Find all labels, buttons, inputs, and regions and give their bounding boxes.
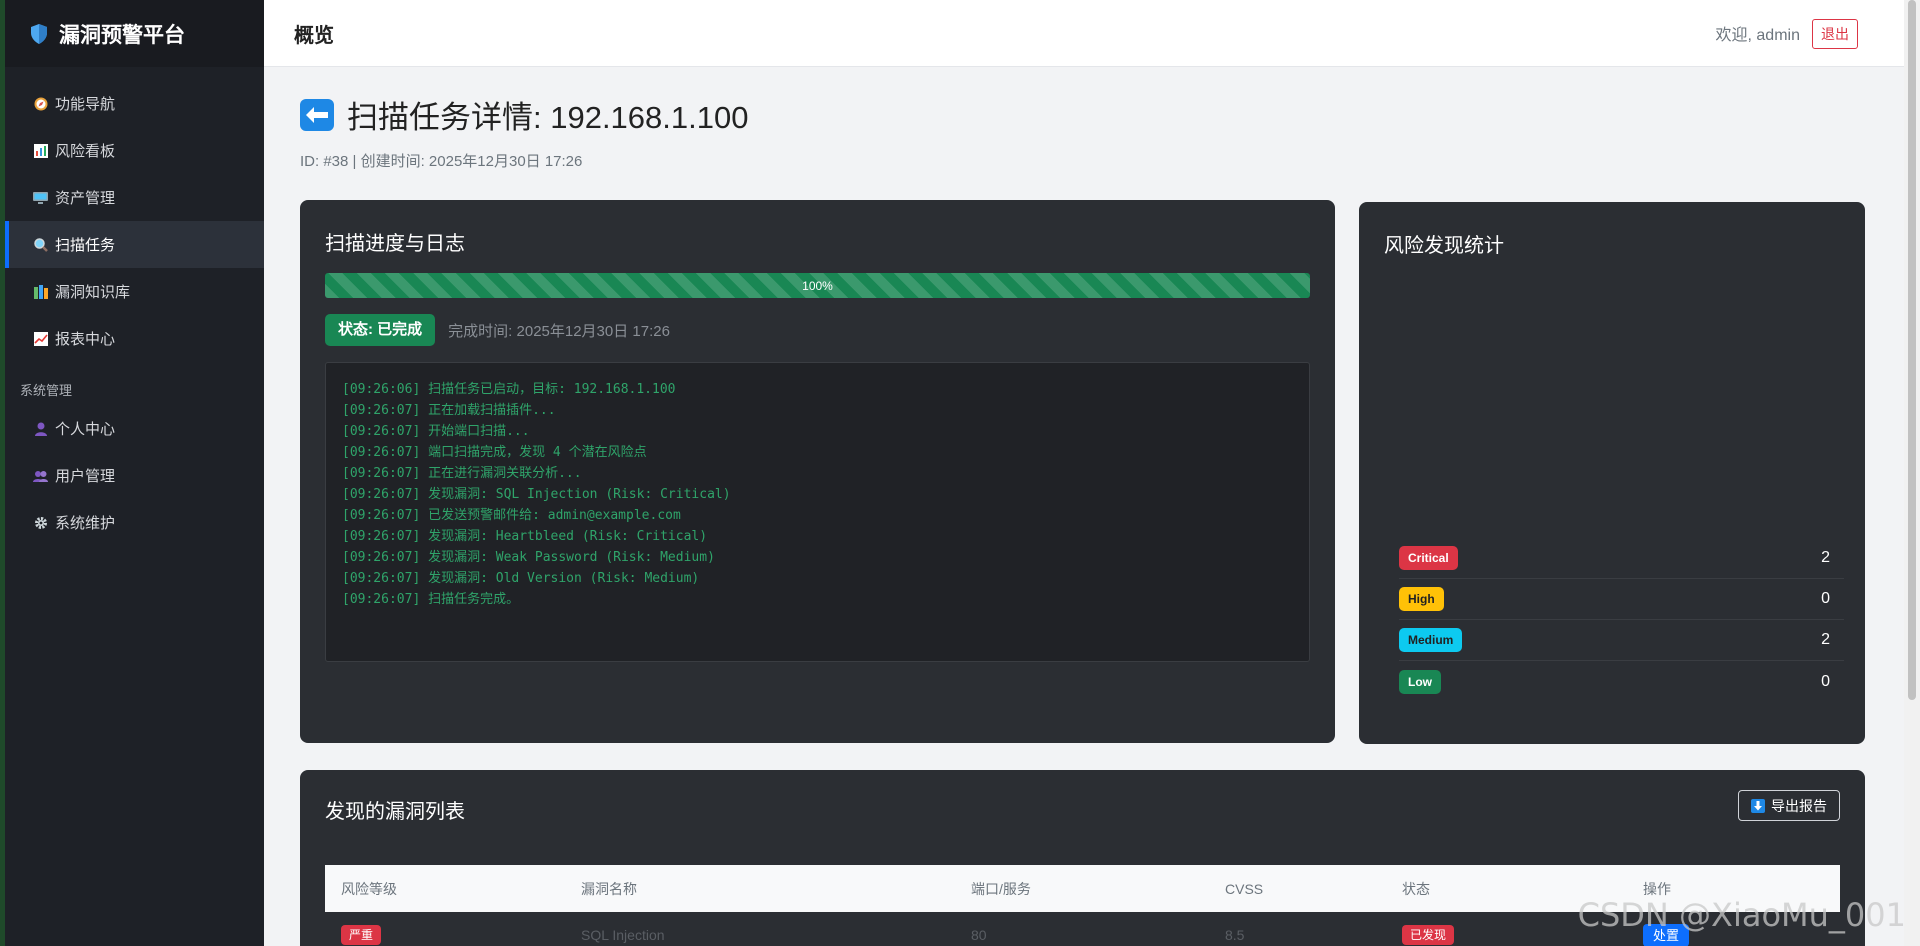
export-report-button[interactable]: 导出报告: [1738, 790, 1840, 821]
card-title: 扫描进度与日志: [325, 233, 465, 255]
sidebar-item-label: 用户管理: [55, 468, 116, 485]
scan-progress-card: 扫描进度与日志 100% 状态: 已完成 完成时间: 2025年12月30日 1…: [300, 200, 1335, 743]
log-line: [09:26:07] 正在进行漏洞关联分析...: [342, 466, 582, 481]
monitor-icon: [33, 190, 48, 205]
line-chart-icon: [33, 331, 48, 346]
sidebar-item-label: 扫描任务: [55, 237, 116, 254]
card-title: 风险发现统计: [1384, 235, 1504, 257]
sidebar-item-scan-tasks[interactable]: 扫描任务: [5, 221, 264, 268]
status-badge: 状态: 已完成: [325, 314, 436, 346]
log-line: [09:26:07] 正在加载扫描插件...: [342, 403, 556, 418]
watermark: CSDN @XiaoMu_001: [1577, 896, 1906, 934]
sidebar-item-label: 漏洞知识库: [55, 284, 131, 301]
stat-row-medium: Medium 2: [1399, 620, 1844, 661]
stat-row-high: High 0: [1399, 579, 1844, 620]
sidebar-item-label: 风险看板: [55, 143, 116, 160]
sidebar-item-reports[interactable]: 报表中心: [5, 315, 264, 362]
topbar: 概览 欢迎, admin 退出: [264, 0, 1904, 67]
stat-row-critical: Critical 2: [1399, 538, 1844, 579]
books-icon: [33, 284, 48, 299]
log-line: [09:26:07] 端口扫描完成，发现 4 个潜在风险点: [342, 445, 647, 460]
scrollbar-thumb[interactable]: [1908, 0, 1916, 700]
compass-icon: [33, 96, 48, 111]
bar-chart-icon: [33, 143, 48, 158]
name-cell: SQL Injection: [581, 926, 665, 943]
level-badge: 严重: [341, 925, 382, 945]
sidebar-item-profile[interactable]: 个人中心: [5, 405, 264, 452]
logout-button[interactable]: 退出: [1812, 19, 1858, 49]
card-title: 发现的漏洞列表: [325, 801, 465, 823]
sidebar-section-label: 系统管理: [20, 383, 73, 398]
gear-icon: [33, 515, 48, 530]
magnifier-icon: [33, 237, 48, 252]
column-header[interactable]: CVSS: [1209, 881, 1386, 897]
stat-count: 2: [1821, 631, 1830, 648]
stat-count: 0: [1821, 672, 1830, 690]
download-icon: [1751, 798, 1765, 813]
brand-name: 漏洞预警平台: [59, 23, 185, 47]
column-header[interactable]: 端口/服务: [955, 879, 1209, 899]
sidebar-item-user-management[interactable]: 用户管理: [5, 452, 264, 499]
level-cell: 严重: [325, 925, 565, 945]
sidebar-item-label: 个人中心: [55, 421, 116, 438]
back-arrow-icon[interactable]: [300, 98, 334, 131]
sidebar-item-label: 系统维护: [55, 515, 116, 532]
stat-count: 0: [1821, 590, 1830, 607]
page-title-row: 扫描任务详情: 192.168.1.100: [300, 92, 748, 137]
port-cell: 80: [971, 926, 987, 943]
log-line: [09:26:07] 发现漏洞: Weak Password (Risk: Me…: [342, 550, 715, 565]
cvss-cell: 8.5: [1225, 926, 1245, 943]
log-line: [09:26:07] 已发送预警邮件给: admin@example.com: [342, 508, 681, 523]
status-row: 状态: 已完成 完成时间: 2025年12月30日 17:26: [325, 314, 670, 346]
sidebar-item-label: 资产管理: [55, 190, 116, 207]
page-scrollbar[interactable]: [1904, 0, 1920, 946]
progress-fill: 100%: [325, 273, 1310, 298]
risk-stats-list: Critical 2 High 0 Medium 2 Low 0: [1399, 538, 1844, 702]
log-line: [09:26:07] 发现漏洞: Old Version (Risk: Medi…: [342, 571, 700, 586]
shield-icon: [31, 23, 47, 44]
log-line: [09:26:06] 扫描任务已启动，目标: 192.168.1.100: [342, 382, 676, 397]
page-title: 扫描任务详情: 192.168.1.100: [347, 100, 749, 135]
log-line: [09:26:07] 开始端口扫描...: [342, 424, 530, 439]
sidebar-item-label: 功能导航: [55, 96, 116, 113]
topbar-title: 概览: [294, 24, 334, 47]
task-meta: ID: #38 | 创建时间: 2025年12月30日 17:26: [300, 153, 583, 170]
sidebar-item-knowledge-base[interactable]: 漏洞知识库: [5, 268, 264, 315]
severity-badge: High: [1399, 587, 1444, 611]
risk-stats-card: 风险发现统计 Critical 2 High 0 Medium 2 Low 0: [1359, 202, 1865, 744]
sidebar-item-maintenance[interactable]: 系统维护: [5, 499, 264, 546]
status-badge: 已发现: [1402, 925, 1455, 945]
scan-log: [09:26:06] 扫描任务已启动，目标: 192.168.1.100 [09…: [325, 362, 1310, 662]
column-header[interactable]: 漏洞名称: [565, 879, 955, 899]
export-label: 导出报告: [1771, 797, 1827, 814]
stat-count: 2: [1821, 549, 1830, 566]
page-header: 扫描任务详情: 192.168.1.100 ID: #38 | 创建时间: 20…: [300, 92, 748, 171]
severity-badge: Critical: [1399, 546, 1458, 570]
severity-badge: Low: [1399, 669, 1441, 694]
user-icon: [33, 421, 48, 436]
main-nav: 功能导航 风险看板 资产管理 扫描任务 漏洞知识库 报表中心 系统管理 个人中心…: [5, 67, 264, 546]
progress-bar: 100%: [325, 273, 1310, 298]
stat-row-low: Low 0: [1399, 661, 1844, 702]
brand[interactable]: 漏洞预警平台: [5, 0, 264, 67]
log-line: [09:26:07] 发现漏洞: Heartbleed (Risk: Criti…: [342, 529, 708, 544]
log-line: [09:26:07] 扫描任务完成。: [342, 592, 520, 607]
log-line: [09:26:07] 发现漏洞: SQL Injection (Risk: Cr…: [342, 487, 731, 502]
finish-time: 完成时间: 2025年12月30日 17:26: [448, 322, 670, 340]
sidebar-item-risk-board[interactable]: 风险看板: [5, 127, 264, 174]
welcome-text: 欢迎, admin: [1715, 27, 1800, 44]
column-header[interactable]: 风险等级: [325, 879, 565, 899]
sidebar: 漏洞预警平台 功能导航 风险看板 资产管理 扫描任务 漏洞知识库 报表中心 系统…: [0, 0, 264, 946]
sidebar-item-nav[interactable]: 功能导航: [5, 80, 264, 127]
severity-badge: Medium: [1399, 628, 1463, 652]
sidebar-item-assets[interactable]: 资产管理: [5, 174, 264, 221]
users-icon: [33, 468, 48, 483]
sidebar-item-label: 报表中心: [55, 331, 116, 348]
